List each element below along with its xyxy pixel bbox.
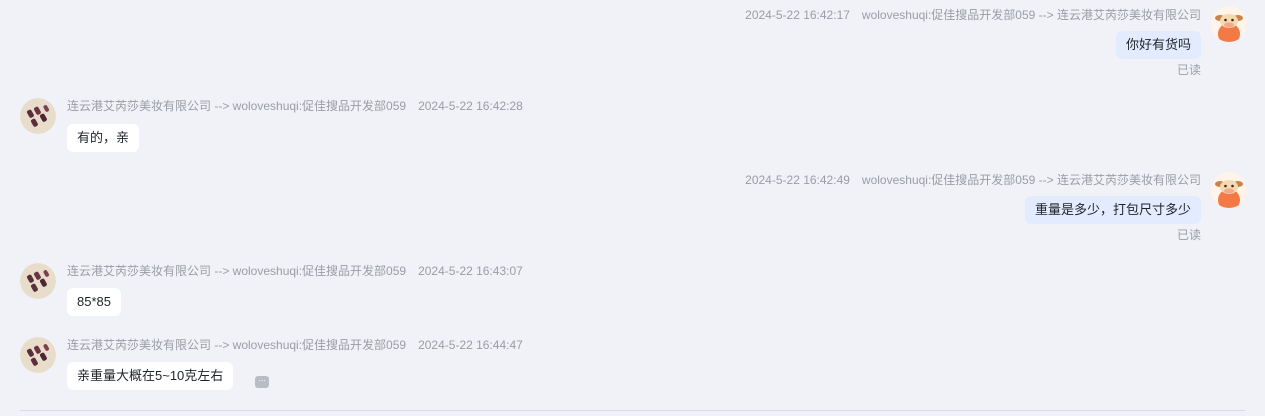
more-dots-icon[interactable]: ··· [255, 376, 269, 388]
message-bubble[interactable]: 重量是多少，打包尺寸多少 [1024, 196, 1201, 224]
read-status: 已读 [1176, 63, 1201, 77]
message-bubble[interactable]: 85*85 [67, 288, 121, 316]
message-route: woloveshuqi:促佳搜品开发部059 --> 连云港艾芮莎美妆有限公司 [861, 173, 1201, 187]
message-bubble[interactable]: 亲重量大概在5~10克左右 [67, 362, 234, 390]
message-time: 2024-5-22 16:44:47 [418, 338, 523, 352]
message-route: 连云港艾芮莎美妆有限公司 --> woloveshuqi:促佳搜品开发部059 [67, 99, 407, 113]
nail-product-avatar-icon[interactable] [20, 98, 56, 134]
chat-history: 2024-5-22 16:42:17 woloveshuqi:促佳搜品开发部059… [0, 0, 1265, 416]
divider [20, 410, 1245, 411]
message-meta: 2024-5-22 16:42:17 woloveshuqi:促佳搜品开发部059… [733, 8, 1201, 22]
message-time: 2024-5-22 16:43:07 [418, 264, 523, 278]
message-route: woloveshuqi:促佳搜品开发部059 --> 连云港艾芮莎美妆有限公司 [861, 8, 1201, 22]
message-meta: 连云港艾芮莎美妆有限公司 --> woloveshuqi:促佳搜品开发部059 2… [67, 264, 535, 278]
message-route: 连云港艾芮莎美妆有限公司 --> woloveshuqi:促佳搜品开发部059 [67, 264, 407, 278]
read-status: 已读 [1176, 228, 1201, 242]
message-meta: 2024-5-22 16:42:49 woloveshuqi:促佳搜品开发部059… [733, 173, 1201, 187]
message-bubble[interactable]: 有的，亲 [67, 124, 140, 152]
cow-avatar-icon[interactable] [1211, 172, 1247, 208]
cow-avatar-icon[interactable] [1211, 6, 1247, 42]
message-time: 2024-5-22 16:42:49 [745, 173, 850, 187]
message-bubble[interactable]: 你好有货吗 [1115, 31, 1201, 59]
nail-product-avatar-icon[interactable] [20, 263, 56, 299]
message-time: 2024-5-22 16:42:28 [418, 99, 523, 113]
message-meta: 连云港艾芮莎美妆有限公司 --> woloveshuqi:促佳搜品开发部059 2… [67, 99, 535, 113]
nail-product-avatar-icon[interactable] [20, 337, 56, 373]
message-route: 连云港艾芮莎美妆有限公司 --> woloveshuqi:促佳搜品开发部059 [67, 338, 407, 352]
message-meta: 连云港艾芮莎美妆有限公司 --> woloveshuqi:促佳搜品开发部059 2… [67, 338, 535, 352]
message-time: 2024-5-22 16:42:17 [745, 8, 850, 22]
